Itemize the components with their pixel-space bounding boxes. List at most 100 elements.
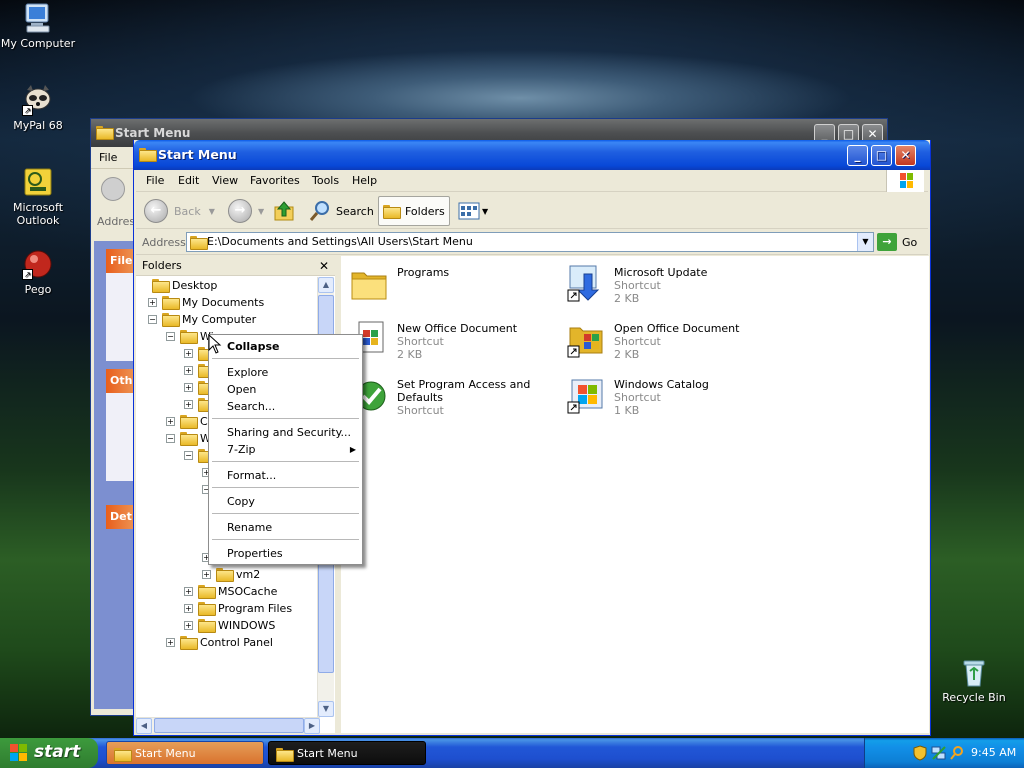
desktop-icon-outlook[interactable]: Microsoft Outlook — [0, 166, 76, 227]
scroll-up-button[interactable]: ▲ — [318, 277, 334, 293]
tree-horizontal-scrollbar[interactable]: ◀ ▶ — [136, 717, 320, 734]
folders-pane-header: Folders ✕ — [136, 256, 335, 276]
collapse-icon[interactable]: − — [148, 315, 157, 324]
file-item-new-office-document[interactable]: New Office Document Shortcut 2 KB — [349, 320, 559, 370]
expand-icon[interactable]: + — [166, 417, 175, 426]
menubar: File Edit View Favorites Tools Help — [136, 170, 928, 192]
maximize-button[interactable]: □ — [871, 145, 892, 166]
file-item-open-office-document[interactable]: Open Office Document Shortcut 2 KB — [566, 320, 776, 370]
file-item-microsoft-update[interactable]: Microsoft Update Shortcut 2 KB — [566, 264, 776, 314]
submenu-arrow-icon: ▶ — [349, 445, 356, 454]
file-type: Shortcut — [397, 404, 444, 417]
menu-file[interactable]: File — [99, 151, 117, 164]
collapse-icon[interactable]: − — [166, 332, 175, 341]
folder-icon — [198, 602, 216, 616]
expand-icon[interactable]: + — [166, 638, 175, 647]
desktop-icon-pego[interactable]: ↗ Pego — [0, 248, 76, 296]
dropdown-arrow-icon[interactable]: ▼ — [258, 207, 264, 216]
folder-icon — [351, 272, 387, 300]
go-arrow-icon[interactable]: → — [877, 233, 897, 251]
go-button[interactable]: Go — [902, 236, 917, 249]
close-icon[interactable]: ✕ — [319, 256, 329, 276]
mypal-icon: ↗ — [22, 84, 54, 116]
menu-separator — [212, 539, 359, 540]
context-menu-rename[interactable]: Rename — [209, 519, 362, 536]
context-menu-explore[interactable]: Explore — [209, 364, 362, 381]
expand-icon[interactable]: + — [184, 400, 193, 409]
menu-help[interactable]: Help — [352, 174, 377, 187]
tree-node-label: Control Panel — [200, 636, 273, 649]
security-shield-icon[interactable] — [913, 745, 927, 761]
context-menu-search[interactable]: Search... — [209, 398, 362, 415]
outlook-icon — [22, 166, 54, 198]
expand-icon[interactable]: + — [184, 621, 193, 630]
expand-icon[interactable]: + — [202, 570, 211, 579]
views-button[interactable]: ▼ — [458, 196, 488, 226]
tree-node-label: MSOCache — [218, 585, 278, 598]
desktop-icon-recycle-bin[interactable]: Recycle Bin — [936, 656, 1012, 704]
scroll-down-button[interactable]: ▼ — [318, 701, 334, 717]
start-button[interactable]: start — [0, 738, 98, 768]
windows-catalog-icon — [567, 379, 603, 414]
taskbar-item-start-menu[interactable]: Start Menu — [268, 741, 426, 765]
scroll-thumb[interactable] — [154, 718, 304, 733]
folder-icon — [198, 619, 216, 633]
context-menu-7zip[interactable]: 7-Zip ▶ — [209, 441, 362, 458]
forward-button[interactable]: → ▼ — [228, 196, 264, 226]
dropdown-arrow-icon[interactable]: ▼ — [209, 207, 215, 216]
expand-icon[interactable]: + — [184, 604, 193, 613]
context-menu-copy[interactable]: Copy — [209, 493, 362, 510]
menu-favorites[interactable]: Favorites — [250, 174, 300, 187]
file-size: 2 KB — [397, 348, 423, 361]
context-menu-properties[interactable]: Properties — [209, 545, 362, 562]
menu-edit[interactable]: Edit — [178, 174, 199, 187]
network-icon[interactable] — [931, 745, 947, 761]
folders-button[interactable]: Folders — [378, 196, 450, 226]
expand-icon[interactable]: + — [184, 366, 193, 375]
file-item-set-program-access[interactable]: Set Program Access and Defaults Shortcut — [349, 376, 559, 426]
folder-icon — [96, 126, 114, 140]
collapse-icon[interactable]: − — [166, 434, 175, 443]
forward-arrow-icon: → — [228, 199, 252, 223]
clock[interactable]: 9:45 AM — [971, 746, 1016, 759]
window-titlebar[interactable]: Start Menu _ □ ✕ — [134, 140, 930, 170]
back-button[interactable]: ← Back ▼ — [144, 196, 215, 226]
file-item-programs[interactable]: Programs — [349, 264, 559, 314]
address-dropdown-button[interactable]: ▼ — [857, 233, 873, 251]
file-size: 1 KB — [614, 404, 640, 417]
search-button[interactable]: Search — [308, 196, 374, 226]
shortcut-arrow-icon: ↗ — [22, 269, 33, 280]
desktop-icon-my-computer[interactable]: My Computer — [0, 2, 76, 50]
taskbar-item-start-menu-active[interactable]: Start Menu — [106, 741, 264, 765]
context-menu: Collapse Explore Open Search... Sharing … — [208, 334, 363, 565]
context-menu-open[interactable]: Open — [209, 381, 362, 398]
desktop-icon-label: My Computer — [0, 37, 76, 50]
menu-view[interactable]: View — [212, 174, 238, 187]
context-menu-format[interactable]: Format... — [209, 467, 362, 484]
expand-icon[interactable]: + — [184, 383, 193, 392]
file-item-windows-catalog[interactable]: Windows Catalog Shortcut 1 KB — [566, 376, 776, 426]
menu-separator — [212, 358, 359, 359]
close-button[interactable]: ✕ — [895, 145, 916, 166]
expand-icon[interactable]: + — [148, 298, 157, 307]
up-folder-button[interactable] — [272, 196, 296, 226]
file-name: Open Office Document — [614, 322, 740, 335]
folder-icon — [180, 636, 198, 650]
context-menu-collapse[interactable]: Collapse — [209, 338, 362, 355]
search-icon — [309, 201, 329, 221]
menu-file[interactable]: File — [146, 174, 164, 187]
collapse-icon[interactable]: − — [184, 451, 193, 460]
dropdown-arrow-icon[interactable]: ▼ — [482, 207, 488, 216]
desktop-icon-mypal[interactable]: ↗ MyPal 68 — [0, 84, 76, 132]
context-menu-sharing-security[interactable]: Sharing and Security... — [209, 424, 362, 441]
address-input[interactable]: E:\Documents and Settings\All Users\Star… — [186, 232, 874, 252]
search-tray-icon[interactable] — [949, 745, 965, 761]
tree-node-label: Desktop — [172, 279, 218, 292]
background-back-button[interactable] — [101, 177, 125, 201]
scroll-left-button[interactable]: ◀ — [136, 718, 152, 734]
expand-icon[interactable]: + — [184, 587, 193, 596]
minimize-button[interactable]: _ — [847, 145, 868, 166]
expand-icon[interactable]: + — [184, 349, 193, 358]
scroll-right-button[interactable]: ▶ — [304, 718, 320, 734]
menu-tools[interactable]: Tools — [312, 174, 339, 187]
